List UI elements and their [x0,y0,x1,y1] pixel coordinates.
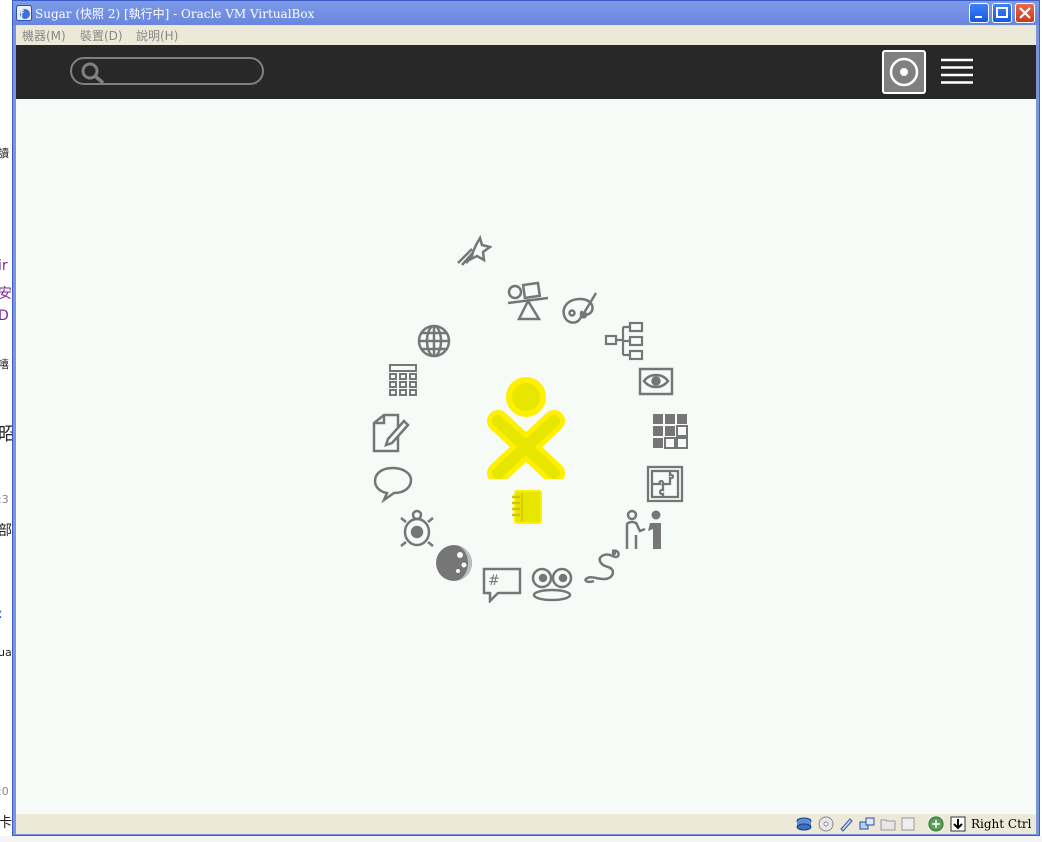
labyrinth-icon[interactable] [452,235,492,275]
menu-bar: 機器(M) 裝置(D) 說明(H) [16,25,1036,45]
host-key-label: Right Ctrl [971,817,1032,831]
guest-display[interactable]: # [16,45,1036,814]
close-button[interactable] [1015,3,1035,23]
close-icon [1019,7,1031,19]
virtualbox-app-icon: f [16,5,32,21]
host-key-capture-icon[interactable] [950,816,966,832]
write-icon[interactable] [372,413,410,453]
irc-icon[interactable]: # [482,567,522,603]
sugar-toolbar [16,45,1036,99]
shared-folder-icon[interactable] [880,816,896,832]
paint-icon[interactable] [560,291,602,333]
jigsaw-icon[interactable] [646,465,684,503]
journal-icon[interactable] [510,489,544,525]
home-view-button[interactable] [882,50,926,94]
view-source-icon[interactable] [638,367,674,397]
search-field[interactable] [70,57,264,85]
background-taskbar-edge [0,836,1042,842]
search-icon [81,62,104,83]
maximize-button[interactable] [992,3,1012,23]
calculate-icon[interactable] [388,363,418,399]
svg-text:#: # [488,573,500,589]
moon-icon[interactable] [434,543,474,583]
home-ring-icon [889,57,919,87]
hard-disk-icon[interactable] [796,816,812,832]
menu-machine[interactable]: 機器(M) [22,27,66,44]
maximize-icon [996,7,1008,18]
virtualbox-window: f Sugar (快照 2) [執行中] - Oracle VM Virtual… [12,0,1040,836]
chat-icon[interactable] [372,465,414,503]
minimize-icon [975,16,982,18]
display-icon[interactable] [900,816,916,832]
physics-icon[interactable] [504,281,552,323]
status-bar: Right Ctrl [16,814,1036,834]
minimize-button[interactable] [969,3,989,23]
search-input[interactable] [110,62,254,82]
implode-icon[interactable] [652,413,688,449]
list-view-icon[interactable] [940,57,974,87]
turtle-art-icon[interactable] [398,509,436,551]
menu-devices[interactable]: 裝置(D) [80,27,123,44]
window-title: Sugar (快照 2) [執行中] - Oracle VM VirtualBo… [35,7,315,21]
pippy-icon[interactable] [582,545,622,585]
usb-icon[interactable] [838,816,854,832]
optical-drive-icon[interactable] [818,816,834,832]
background-browser-page: 讀 ir 安 D 嘻 昭 :3 部 : ua :0 卡 [0,0,12,842]
browse-icon[interactable] [416,323,452,359]
xo-buddy-icon[interactable] [486,375,566,479]
mouse-integration-icon[interactable] [928,816,944,832]
network-icon[interactable] [859,816,875,832]
record-icon[interactable] [530,565,576,603]
mindmap-icon[interactable] [604,321,644,361]
title-bar[interactable]: f Sugar (快照 2) [執行中] - Oracle VM Virtual… [13,1,1039,25]
menu-help[interactable]: 說明(H) [136,27,178,44]
speak-icon[interactable] [624,509,664,551]
